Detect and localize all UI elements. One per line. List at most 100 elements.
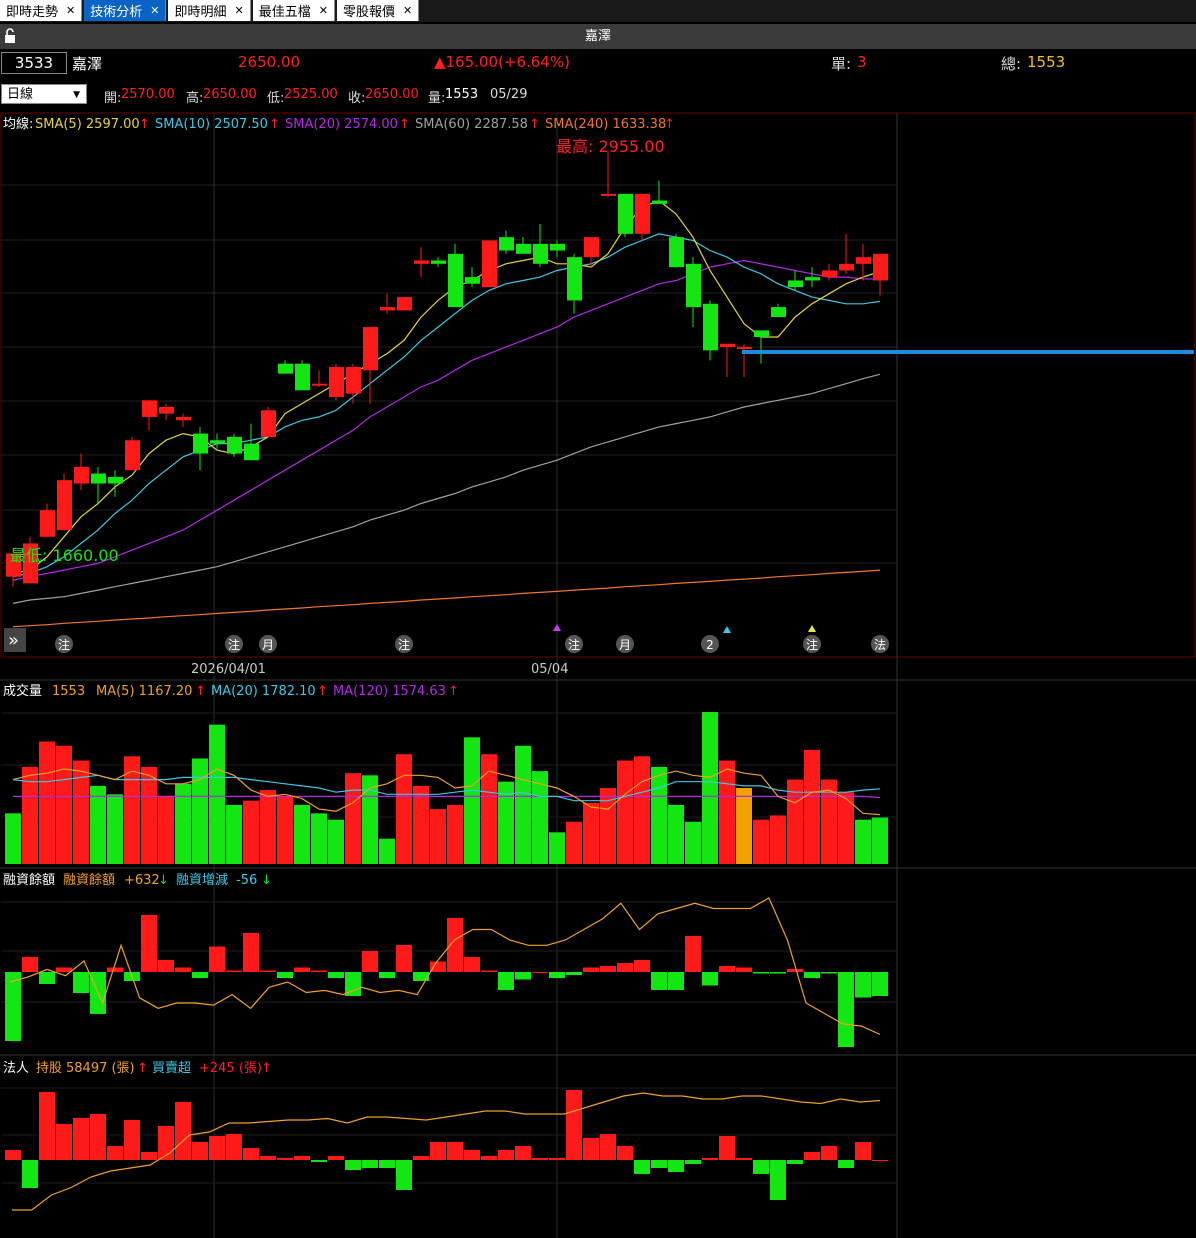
institutional-title: 法人 xyxy=(3,1061,29,1076)
margin-bar xyxy=(39,972,55,984)
sma10-line xyxy=(12,233,881,578)
up-arrow-icon: ↑ xyxy=(139,117,150,132)
period-select[interactable]: 日線 ▼ xyxy=(1,84,87,104)
margin-bar xyxy=(566,972,582,975)
institutional-bar xyxy=(651,1160,667,1168)
volume-bar xyxy=(855,819,871,864)
stock-code-input[interactable]: 3533 xyxy=(1,52,67,74)
tab-2[interactable]: 即時明細 ✕ xyxy=(168,0,251,21)
margin-change-value: -56 xyxy=(236,873,257,888)
up-arrow-icon: ↑ xyxy=(317,684,328,699)
margin-balance-value: +632 xyxy=(124,873,160,888)
candle-body xyxy=(176,416,191,421)
institutional-bar xyxy=(90,1114,106,1160)
main-legend-4: SMA(240) 1633.38 xyxy=(545,117,666,132)
close-value: 2650.00 xyxy=(365,87,419,102)
lock-icon[interactable] xyxy=(4,28,16,44)
institutional-bar xyxy=(532,1158,548,1160)
close-icon[interactable]: ✕ xyxy=(319,4,328,17)
margin-bar xyxy=(804,972,820,978)
margin-bar xyxy=(464,957,480,972)
close-icon[interactable]: ✕ xyxy=(66,4,75,17)
candle-body xyxy=(771,307,786,318)
institutional-bar xyxy=(175,1102,191,1160)
event-marker-icon xyxy=(225,635,243,653)
volume-bar xyxy=(107,794,123,864)
tab-4[interactable]: 零股報價 ✕ xyxy=(336,0,420,21)
triangle-marker-icon xyxy=(808,625,816,632)
open-label: 開: xyxy=(104,91,122,106)
volume-bar xyxy=(685,821,701,864)
close-icon[interactable]: ✕ xyxy=(403,4,412,17)
tab-1[interactable]: 技術分析 ✕ xyxy=(84,0,167,21)
candle-body xyxy=(261,410,276,437)
sma20-line xyxy=(12,259,881,581)
volume-bar xyxy=(447,804,463,864)
candle-body xyxy=(703,303,718,351)
margin-bar xyxy=(362,951,378,972)
up-arrow-icon: ↑ xyxy=(448,684,459,699)
candle-body xyxy=(23,543,38,584)
margin-bar xyxy=(515,972,531,980)
margin-bar xyxy=(872,972,888,996)
stock-chart[interactable]: 均線: SMA(5) 2597.00 ↑ SMA(10) 2507.50 ↑ SMA(20… xyxy=(0,0,1196,1238)
institutional-bar xyxy=(22,1160,38,1188)
institutional-bar xyxy=(447,1142,463,1160)
tab-0[interactable]: 即時走勢 ✕ xyxy=(0,0,83,21)
volume-bar xyxy=(141,766,157,864)
candle-body xyxy=(312,383,327,386)
event-marker-icon xyxy=(803,635,821,653)
high-value: 2650.00 xyxy=(203,87,257,102)
volume-bar xyxy=(158,796,174,864)
holdings-line xyxy=(12,1092,881,1211)
up-arrow-icon: ↑ xyxy=(399,117,410,132)
sma60-line xyxy=(12,373,881,604)
event-marker-icon xyxy=(55,635,73,653)
margin-bar xyxy=(124,972,140,981)
volume-bar xyxy=(532,771,548,864)
triangle-marker-icon xyxy=(553,624,561,631)
main-legend-1: SMA(10) 2507.50 xyxy=(155,117,268,132)
event-marker-label: 注 xyxy=(228,637,240,652)
tab-3[interactable]: 最佳五檔 ✕ xyxy=(252,0,335,21)
candle-body xyxy=(754,330,769,338)
period-select-value: 日線 xyxy=(7,87,34,102)
low-value: 2525.00 xyxy=(284,87,338,102)
candle-body xyxy=(856,257,871,264)
total-volume-label: 總: xyxy=(1001,55,1022,73)
candle-body xyxy=(499,237,514,251)
low-annotation: 最低: 1660.00 xyxy=(10,546,119,565)
margin-bar xyxy=(379,972,395,978)
close-icon[interactable]: ✕ xyxy=(234,4,243,17)
volume-ma20-label: MA(20) 1782.10 xyxy=(211,684,316,699)
institutional-bar xyxy=(685,1160,701,1164)
up-arrow-icon: ↑ xyxy=(261,1061,272,1076)
holdings-value: 58497 (張) xyxy=(66,1061,135,1076)
institutional-bar xyxy=(634,1160,650,1174)
event-marker-label: 2 xyxy=(706,638,714,652)
volume-bar xyxy=(872,817,888,864)
up-arrow-icon: ↑ xyxy=(195,684,206,699)
candle-body xyxy=(278,363,293,374)
stock-name: 嘉澤 xyxy=(72,55,103,73)
volume-bar xyxy=(600,788,616,864)
institutional-bar xyxy=(430,1142,446,1160)
volume-bar xyxy=(668,804,684,864)
margin-bar xyxy=(175,967,191,972)
candle-body xyxy=(397,297,412,311)
volume-bar xyxy=(328,819,344,864)
close-label: 收: xyxy=(348,91,366,106)
candle-body xyxy=(142,400,157,417)
volume-bar xyxy=(549,832,565,864)
margin-bar xyxy=(396,945,412,972)
institutional-bar xyxy=(668,1160,684,1172)
down-arrow-icon: ↓ xyxy=(261,873,272,888)
margin-bar xyxy=(107,967,123,972)
margin-bar xyxy=(277,972,293,978)
margin-bar xyxy=(617,963,633,972)
margin-bar xyxy=(5,972,21,1041)
close-icon[interactable]: ✕ xyxy=(150,4,159,17)
margin-bar xyxy=(226,970,242,972)
volume-bar xyxy=(243,800,259,864)
date-axis-label: 05/04 xyxy=(531,662,568,677)
